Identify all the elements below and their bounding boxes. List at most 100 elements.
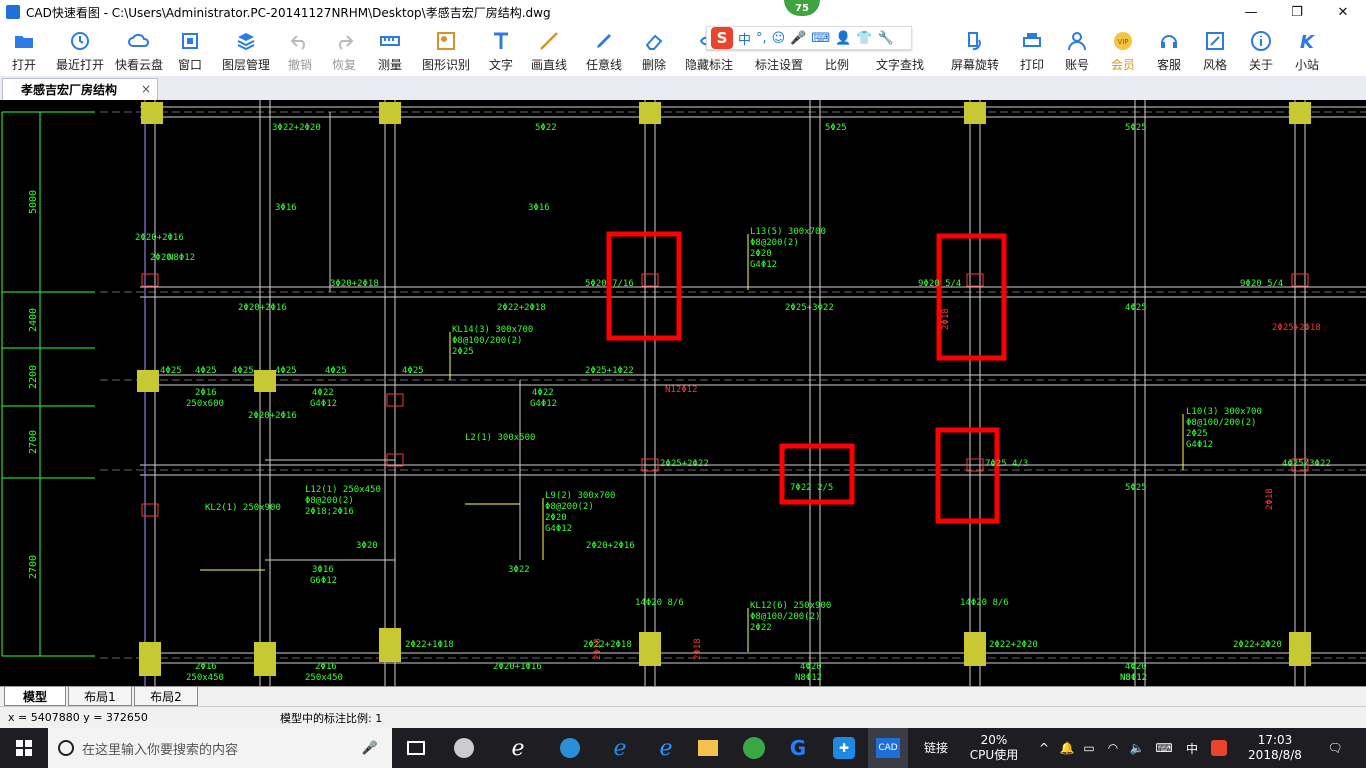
toolbar-button-site[interactable]: K 小站 [1284, 24, 1330, 76]
toolbar-button-undo[interactable]: 撤销 [278, 24, 322, 76]
layout-tab-1[interactable]: 布局1 [68, 687, 132, 706]
app-icon-3[interactable] [552, 728, 588, 768]
document-tabstrip: 孝感吉宏厂房结构 × [0, 76, 1366, 100]
edge-icon[interactable]: ℯ [602, 728, 638, 768]
cad-viewer-task-icon[interactable]: CAD [868, 728, 908, 768]
toolbar-button-rotate[interactable]: 屏幕旋转 [940, 24, 1010, 76]
mic-icon[interactable]: 🎤 [790, 31, 806, 46]
toolbar-button-recent[interactable]: 最近打开 [48, 24, 112, 76]
tray-battery-icon[interactable]: ▭ [1080, 728, 1098, 768]
document-tab-close-button[interactable]: × [141, 82, 151, 96]
rebar-annotation: 4Φ25 [275, 366, 297, 376]
tray-sogou-icon[interactable] [1208, 728, 1230, 768]
k-logo-icon: K [1296, 30, 1318, 52]
svg-text:K: K [1300, 32, 1316, 52]
toolbar-button-account[interactable]: 账号 [1054, 24, 1100, 76]
ime-punct[interactable]: °, [756, 31, 767, 46]
cpu-usage[interactable]: 20% CPU使用 [962, 728, 1026, 768]
keyboard-icon[interactable]: ⌨ [811, 31, 830, 46]
tray-clock[interactable]: 17:03 2018/8/8 [1240, 728, 1310, 768]
rebar-annotation: 3Φ16 [312, 565, 334, 575]
ime-toolbar[interactable]: S 中 °, ☺ 🎤 ⌨ 👤 👕 🔧 [706, 26, 912, 50]
file-explorer-icon[interactable] [690, 728, 726, 768]
rebar-annotation: 2Φ25+2Φ22 [660, 459, 709, 469]
drawing-canvas[interactable]: 5000 2400 2200 2700 2700 3Φ22+2Φ20 5Φ22 5Φ25 5Φ2… [0, 100, 1366, 686]
tray-keyboard-icon[interactable]: ⌨ [1152, 728, 1176, 768]
microphone-icon[interactable]: 🎤 [362, 741, 378, 756]
rebar-annotation: 2Φ25 [452, 347, 474, 357]
toolbar-label-cloud: 快看云盘 [114, 58, 163, 72]
browser-g-icon[interactable]: G [780, 728, 816, 768]
toolbar-button-service[interactable]: 客服 [1146, 24, 1192, 76]
toolbar-button-window[interactable]: 窗口 [166, 24, 214, 76]
action-center-icon[interactable]: 🗨 [1320, 728, 1350, 768]
ruler-icon [379, 30, 401, 52]
eraser-icon [643, 30, 665, 52]
toolbar-button-style[interactable]: 风格 [1192, 24, 1238, 76]
app-plus-icon[interactable]: ✚ [826, 728, 862, 768]
toolbar-label-findtext: 文字查找 [875, 58, 924, 72]
toolbar-button-print[interactable]: 打印 [1010, 24, 1054, 76]
toolbar-button-vip[interactable]: VIP 会员 [1100, 24, 1146, 76]
notification-badge[interactable]: 75 [784, 0, 820, 16]
layout-tab-2[interactable]: 布局2 [134, 687, 198, 706]
toolbar-button-text[interactable]: 文字 [478, 24, 524, 76]
tray-ime-mode[interactable]: 中 [1182, 728, 1202, 768]
layers-icon [235, 30, 257, 52]
pen-icon [593, 30, 615, 52]
rebar-annotation: KL14(3) 300x700 [452, 325, 533, 335]
emoji-icon[interactable]: ☺ [772, 31, 786, 46]
rebar-annotation: G6Φ12 [310, 576, 337, 586]
toolbar-button-freeline[interactable]: 任意线 [574, 24, 634, 76]
rebar-annotation: 3Φ16 [528, 203, 550, 213]
rebar-annotation: 2Φ18 [1265, 488, 1275, 510]
minimize-button[interactable]: — [1228, 0, 1274, 24]
document-tab[interactable]: 孝感吉宏厂房结构 × [2, 78, 158, 100]
taskbar-search[interactable]: 在这里输入你要搜索的内容 🎤 [48, 728, 392, 768]
maximize-button[interactable]: ❐ [1274, 0, 1320, 24]
windows-taskbar: 在这里输入你要搜索的内容 🎤 ℯ ℯ ℯ G ✚ CAD 链接 20% CPU使… [0, 728, 1366, 768]
tray-chevron-icon[interactable]: ^ [1036, 728, 1052, 768]
rebar-annotation: Φ8@200(2) [305, 496, 354, 506]
rebar-annotation: 2Φ20+2Φ16 [238, 303, 287, 313]
highlight-box [779, 443, 855, 505]
wrench-icon[interactable]: 🔧 [878, 31, 894, 46]
ie-color-icon[interactable]: ℯ [648, 728, 684, 768]
dimension-label: 2700 [28, 430, 39, 454]
close-button[interactable]: ✕ [1320, 0, 1366, 24]
pinwheel-app-icon[interactable] [446, 728, 482, 768]
tray-bell-icon[interactable]: 🔔 [1058, 728, 1076, 768]
info-icon [1250, 30, 1272, 52]
toolbar-button-recognize[interactable]: 图形识别 [414, 24, 478, 76]
toolbar-button-about[interactable]: 关于 [1238, 24, 1284, 76]
rebar-annotation: L10(3) 300x700 [1186, 407, 1262, 417]
sogou-logo-icon[interactable]: S [711, 27, 733, 49]
rebar-annotation: 3Φ20 [356, 541, 378, 551]
rebar-annotation: L13(5) 300x700 [750, 227, 826, 237]
task-view-icon[interactable] [398, 728, 434, 768]
rebar-annotation: G4Φ12 [530, 399, 557, 409]
toolbar-button-cloud[interactable]: 快看云盘 [112, 24, 166, 76]
ime-mode[interactable]: 中 [738, 29, 751, 48]
toolbar-button-layers[interactable]: 图层管理 [214, 24, 278, 76]
app-logo-icon [6, 5, 20, 19]
ie-icon[interactable]: ℯ [500, 728, 536, 768]
layout-tab-model[interactable]: 模型 [4, 687, 66, 706]
toolbar-button-open[interactable]: 打开 [0, 24, 48, 76]
toolbar-button-line[interactable]: 画直线 [524, 24, 574, 76]
link-label[interactable]: 链接 [916, 728, 956, 768]
rebar-annotation: 4Φ22 [532, 388, 554, 398]
tray-volume-icon[interactable]: 🔈 [1128, 728, 1146, 768]
browser-360-icon[interactable] [736, 728, 772, 768]
toolbar-button-measure[interactable]: 测量 [366, 24, 414, 76]
shirt-icon[interactable]: 👕 [856, 31, 872, 46]
annotation-scale: 模型中的标注比例: 1 [280, 711, 383, 725]
start-button[interactable] [0, 728, 48, 768]
toolbar-label-hide: 隐藏标注 [684, 58, 733, 72]
toolbar-label-vip: 会员 [1110, 58, 1135, 72]
toolbar-button-delete[interactable]: 删除 [634, 24, 674, 76]
user-icon[interactable]: 👤 [835, 31, 851, 46]
rebar-annotation: 250x450 [305, 673, 343, 683]
toolbar-button-redo[interactable]: 恢复 [322, 24, 366, 76]
tray-network-icon[interactable]: ◠ [1104, 728, 1122, 768]
